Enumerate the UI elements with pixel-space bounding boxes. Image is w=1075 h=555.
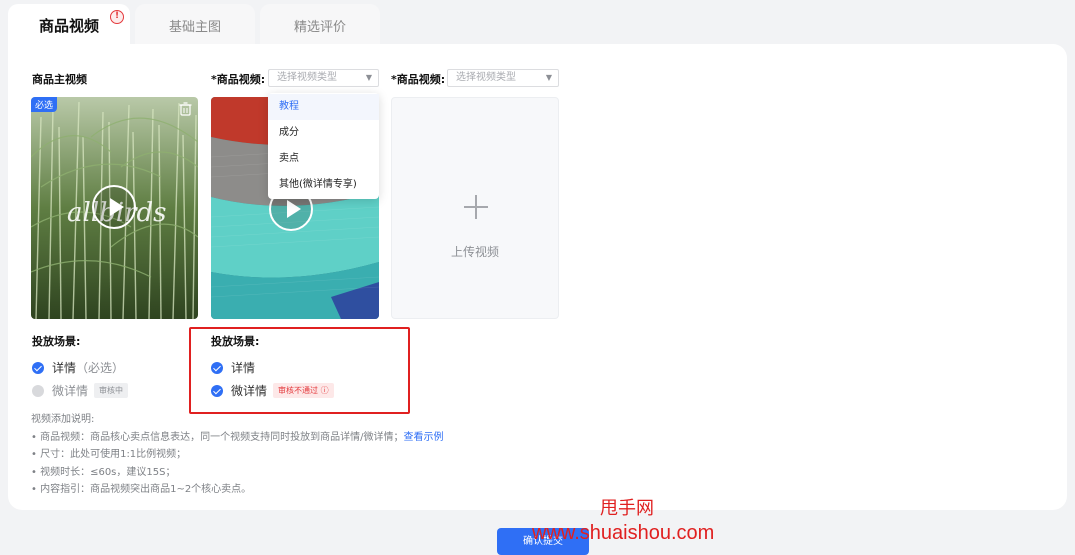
notes-line: • 商品视频：商品核心卖点信息表达，同一个视频支持同时投放到商品详情/微详情；查… (31, 429, 443, 447)
unchecked-icon (32, 384, 44, 397)
notes-line: • 尺寸：此处可使用1:1比例视频； (31, 449, 187, 460)
checked-icon (32, 361, 44, 374)
main-scene-micro-checkbox[interactable]: 微详情 审核中 (32, 382, 129, 399)
watermark-text: 甩手网 (600, 498, 654, 519)
chevron-down-icon: ▼ (365, 73, 372, 82)
notes-line-text: • 商品视频：商品核心卖点信息表达，同一个视频支持同时投放到商品详情/微详情； (31, 431, 404, 443)
tab-label: 基础主图 (168, 19, 221, 35)
tab-product-video[interactable]: 商品视频 ! (8, 4, 130, 46)
main-video-thumbnail[interactable]: allbirds 必选 (31, 97, 198, 319)
tab-selected-reviews[interactable]: 精选评价 (260, 4, 380, 46)
main-video-label: 商品主视频 (32, 73, 87, 86)
status-badge: 审核中 (94, 383, 129, 398)
scene-detail-label: 详情 (52, 361, 77, 375)
required-badge: 必选 (31, 97, 58, 112)
chevron-down-icon: ▼ (545, 73, 552, 82)
dropdown-option-selling-point[interactable]: 卖点 (268, 146, 379, 172)
plus-icon (464, 195, 488, 219)
play-icon[interactable] (92, 185, 136, 229)
tab-label: 商品视频 (38, 16, 99, 35)
watermark-url: www.shuaishou.com (532, 522, 715, 544)
view-example-link[interactable]: 查看示例 (403, 432, 443, 443)
video3-label: *商品视频: (391, 73, 446, 86)
tab-label: 精选评价 (293, 19, 346, 35)
tab-basic-images[interactable]: 基础主图 (135, 4, 255, 46)
main-scene-label: 投放场景: (32, 335, 81, 348)
scene-micro-label: 微详情 (52, 384, 89, 398)
dropdown-option-tutorial[interactable]: 教程 (268, 94, 379, 120)
select-placeholder: 选择视频类型 (277, 72, 337, 83)
select-placeholder: 选择视频类型 (456, 72, 516, 83)
scene-detail-note: （必选） (76, 361, 125, 375)
annotation-highlight-box (189, 327, 410, 414)
video-type-dropdown: 教程 成分 卖点 其他(微详情专享) (268, 93, 379, 199)
upload-video-tile[interactable]: 上传视频 (391, 97, 559, 319)
notes-line: • 内容指引：商品视频突出商品1~2个核心卖点。 (31, 484, 252, 495)
video2-type-select[interactable]: 选择视频类型 ▼ (268, 69, 379, 87)
notes-line: • 视频时长：≤60s，建议15S； (31, 466, 176, 478)
upload-video-label: 上传视频 (450, 245, 499, 259)
tab-bar: 商品视频 ! 基础主图 精选评价 (8, 4, 385, 46)
video2-label: *商品视频: (211, 73, 266, 86)
video-instructions: 视频添加说明: • 商品视频：商品核心卖点信息表达，同一个视频支持同时投放到商品… (31, 411, 443, 499)
dropdown-option-other[interactable]: 其他(微详情专享) (268, 172, 379, 198)
trash-icon[interactable] (179, 102, 192, 116)
notes-title: 视频添加说明: (31, 414, 95, 425)
warning-icon: ! (110, 10, 124, 24)
video3-type-select[interactable]: 选择视频类型 ▼ (447, 69, 559, 87)
main-scene-detail-checkbox[interactable]: 详情 （必选） (32, 359, 124, 376)
dropdown-option-ingredients[interactable]: 成分 (268, 120, 379, 146)
